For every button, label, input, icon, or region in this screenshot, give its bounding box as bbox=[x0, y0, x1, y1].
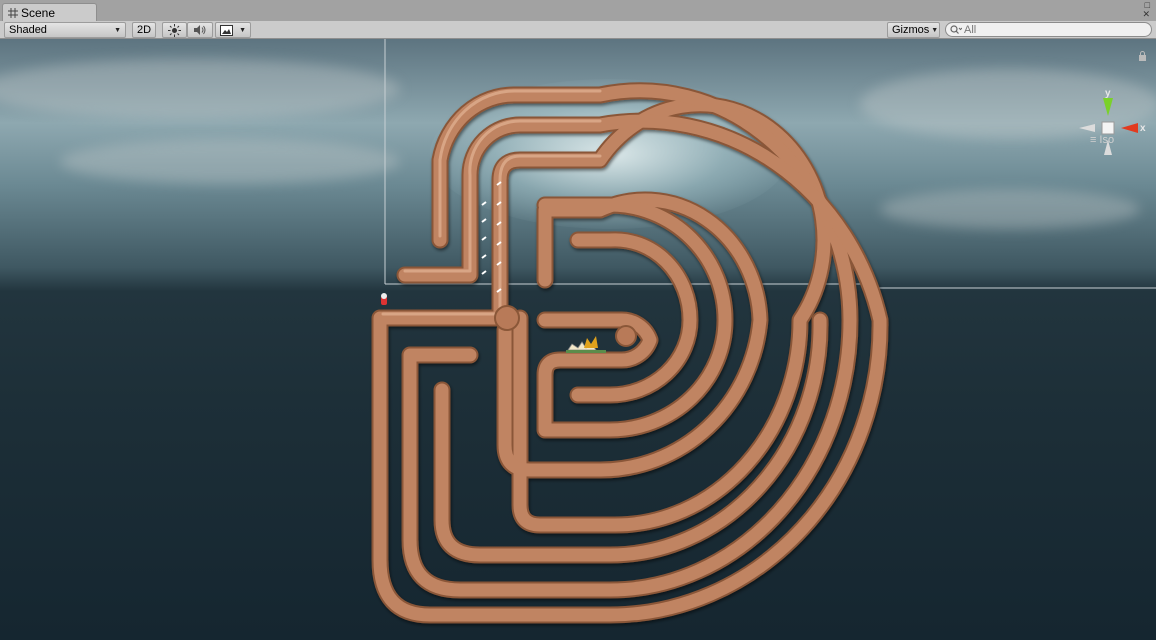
audio-toggle[interactable] bbox=[187, 22, 213, 38]
center-cube[interactable] bbox=[1101, 121, 1115, 135]
toggle-2d-button[interactable]: 2D bbox=[132, 22, 156, 38]
scene-grid-icon bbox=[8, 7, 18, 18]
gizmos-dropdown[interactable]: Gizmos ▼ bbox=[887, 22, 940, 38]
menu-lines-icon: ≡ bbox=[1090, 134, 1097, 146]
draw-mode-dropdown[interactable]: Shaded ▼ bbox=[4, 22, 126, 38]
gizmos-label: Gizmos bbox=[892, 24, 930, 36]
image-icon bbox=[220, 24, 233, 36]
toggle-2d-label: 2D bbox=[136, 24, 152, 36]
sun-icon bbox=[168, 23, 181, 37]
search-input[interactable]: All bbox=[945, 22, 1152, 37]
tab-scene[interactable]: Scene bbox=[2, 3, 97, 21]
projection-toggle[interactable]: ≡ Iso bbox=[1090, 134, 1114, 146]
search-icon bbox=[950, 24, 962, 34]
chevron-down-icon: ▼ bbox=[239, 26, 246, 34]
chevron-down-icon: ▼ bbox=[931, 26, 939, 34]
speaker-icon bbox=[194, 25, 206, 35]
pipe-end bbox=[615, 325, 637, 347]
player-marker[interactable] bbox=[381, 293, 387, 305]
projection-label: Iso bbox=[1099, 134, 1115, 146]
draw-mode-label: Shaded bbox=[9, 24, 47, 36]
tab-bar: Scene □ ✕ ▾ bbox=[0, 0, 1156, 28]
labyrinth-scene bbox=[371, 39, 1156, 624]
orientation-gizmo[interactable]: y x bbox=[1076, 88, 1146, 168]
axis-x-label: x bbox=[1140, 123, 1146, 134]
chevron-down-icon: ▼ bbox=[114, 26, 121, 34]
axis-y-label: y bbox=[1105, 88, 1111, 99]
search-placeholder: All bbox=[964, 23, 977, 36]
goal-crown[interactable] bbox=[566, 336, 606, 353]
axis-neg-x-cone[interactable] bbox=[1079, 124, 1095, 132]
pipe-junction bbox=[494, 305, 520, 331]
lighting-toggle[interactable] bbox=[162, 22, 187, 38]
tab-scene-label: Scene bbox=[21, 5, 56, 20]
scene-toolbar: Shaded ▼ 2D ▼ Gizmos ▼ All bbox=[0, 21, 1156, 39]
axis-x-cone[interactable] bbox=[1121, 123, 1138, 133]
lock-icon[interactable] bbox=[1138, 51, 1147, 61]
scene-viewport[interactable]: y x ≡ Iso bbox=[0, 39, 1156, 640]
labyrinth-pipes bbox=[371, 82, 889, 624]
axis-y-cone[interactable] bbox=[1103, 98, 1113, 116]
effects-dropdown[interactable]: ▼ bbox=[215, 22, 251, 38]
